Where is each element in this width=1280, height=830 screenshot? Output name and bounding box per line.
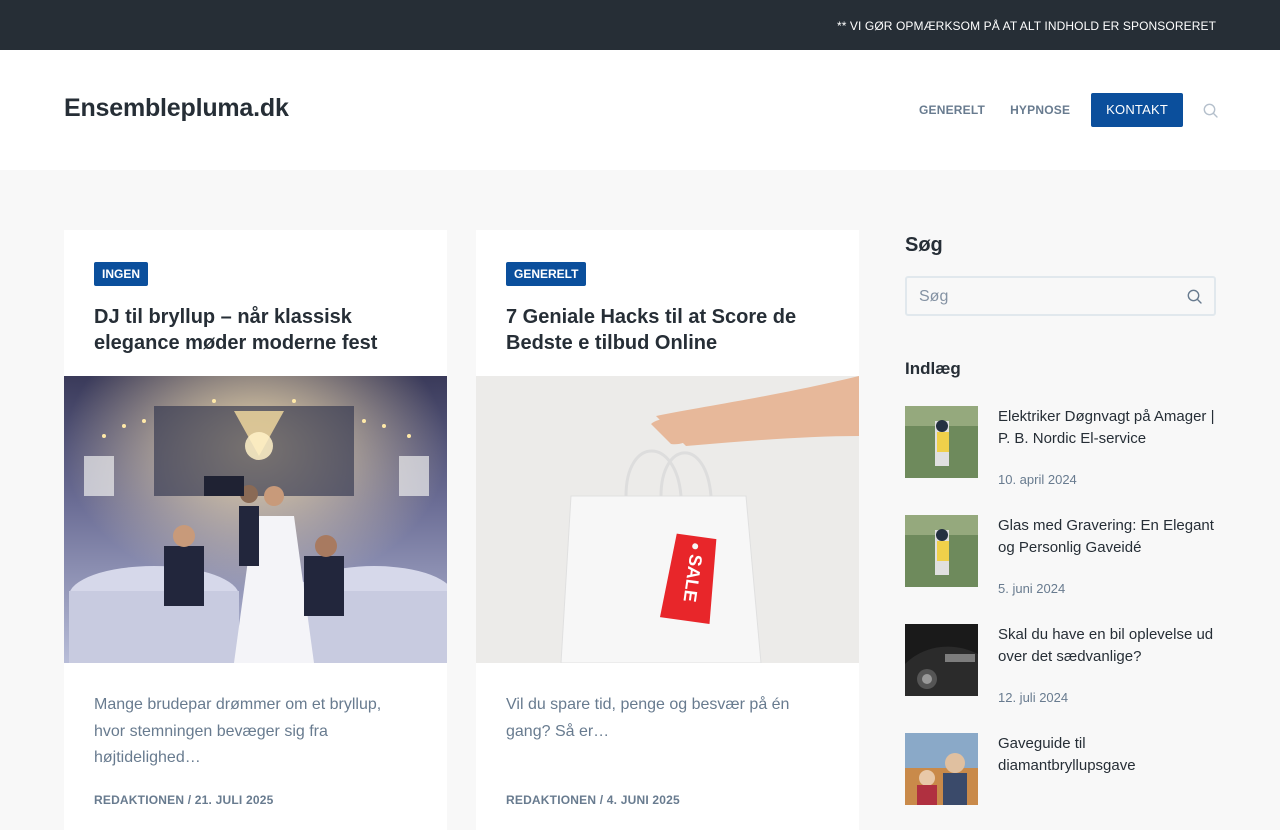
- search-heading: Søg: [905, 234, 943, 256]
- article-image-wedding[interactable]: [64, 376, 447, 663]
- sale-bag-illustration: SALE: [476, 376, 859, 663]
- sponsored-notice: ** VI GØR OPMÆRKSOM PÅ AT ALT INDHOLD ER…: [836, 19, 1216, 33]
- nav-item-hypnose[interactable]: HYPNOSE: [1010, 103, 1070, 117]
- article-excerpt: Mange brudepar drømmer om et bryllup, hv…: [94, 696, 382, 766]
- post-thumbnail[interactable]: [905, 515, 978, 587]
- site-header: Ensemblepluma.dk GENERELT HYPNOSE KONTAK…: [0, 50, 1280, 170]
- post-title[interactable]: Gaveguide til diamantbryllupsgave: [998, 733, 1216, 777]
- post-thumbnail[interactable]: [905, 733, 978, 805]
- post-thumbnail[interactable]: [905, 624, 978, 696]
- article-meta[interactable]: REDAKTIONEN / 4. JUNI 2025: [506, 793, 680, 807]
- article-title[interactable]: 7 Geniale Hacks til at Score de Bedste e…: [506, 304, 826, 356]
- post-date: 5. juni 2024: [998, 581, 1066, 596]
- category-badge[interactable]: INGEN: [94, 262, 149, 286]
- post-date: 10. april 2024: [998, 472, 1077, 487]
- sidebar-search-field[interactable]: Søg: [905, 276, 1216, 316]
- article-card: INGEN DJ til bryllup – når klassisk eleg…: [64, 230, 447, 830]
- category-badge[interactable]: GENERELT: [506, 262, 587, 286]
- search-icon[interactable]: [1187, 289, 1202, 304]
- nav-item-kontakt[interactable]: KONTAKT: [1091, 93, 1183, 127]
- post-date: 12. juli 2024: [998, 690, 1069, 705]
- post-title[interactable]: Elektriker Døgnvagt på Amager | P. B. No…: [998, 406, 1216, 450]
- sidebar-post[interactable]: Elektriker Døgnvagt på Amager | P. B. No…: [905, 406, 1216, 496]
- sidebar-post[interactable]: Skal du have en bil oplevelse ud over de…: [905, 624, 1216, 714]
- post-title[interactable]: Skal du have en bil oplevelse ud over de…: [998, 624, 1216, 668]
- site-title[interactable]: Ensemblepluma.dk: [64, 94, 289, 123]
- nav-item-generelt[interactable]: GENERELT: [919, 103, 985, 117]
- wedding-dj-illustration: [64, 376, 447, 663]
- article-meta[interactable]: REDAKTIONEN / 21. JULI 2025: [94, 793, 273, 807]
- sidebar-post[interactable]: Gaveguide til diamantbryllupsgave: [905, 733, 1216, 823]
- sidebar-post[interactable]: Glas med Gravering: En Elegant og Person…: [905, 515, 1216, 605]
- post-title[interactable]: Glas med Gravering: En Elegant og Person…: [998, 515, 1216, 559]
- article-card: GENERELT 7 Geniale Hacks til at Score de…: [476, 230, 859, 830]
- post-thumbnail[interactable]: [905, 406, 978, 478]
- article-excerpt: Vil du spare tid, penge og besvær på én …: [506, 696, 790, 740]
- search-icon[interactable]: [1203, 103, 1218, 118]
- article-image-sale-bag[interactable]: SALE: [476, 376, 859, 663]
- posts-heading: Indlæg: [905, 359, 961, 378]
- top-notice-bar: ** VI GØR OPMÆRKSOM PÅ AT ALT INDHOLD ER…: [0, 0, 1280, 50]
- main-nav: GENERELT HYPNOSE KONTAKT: [894, 93, 1218, 127]
- search-input[interactable]: Søg: [919, 288, 948, 306]
- article-title[interactable]: DJ til bryllup – når klassisk elegance m…: [94, 304, 414, 356]
